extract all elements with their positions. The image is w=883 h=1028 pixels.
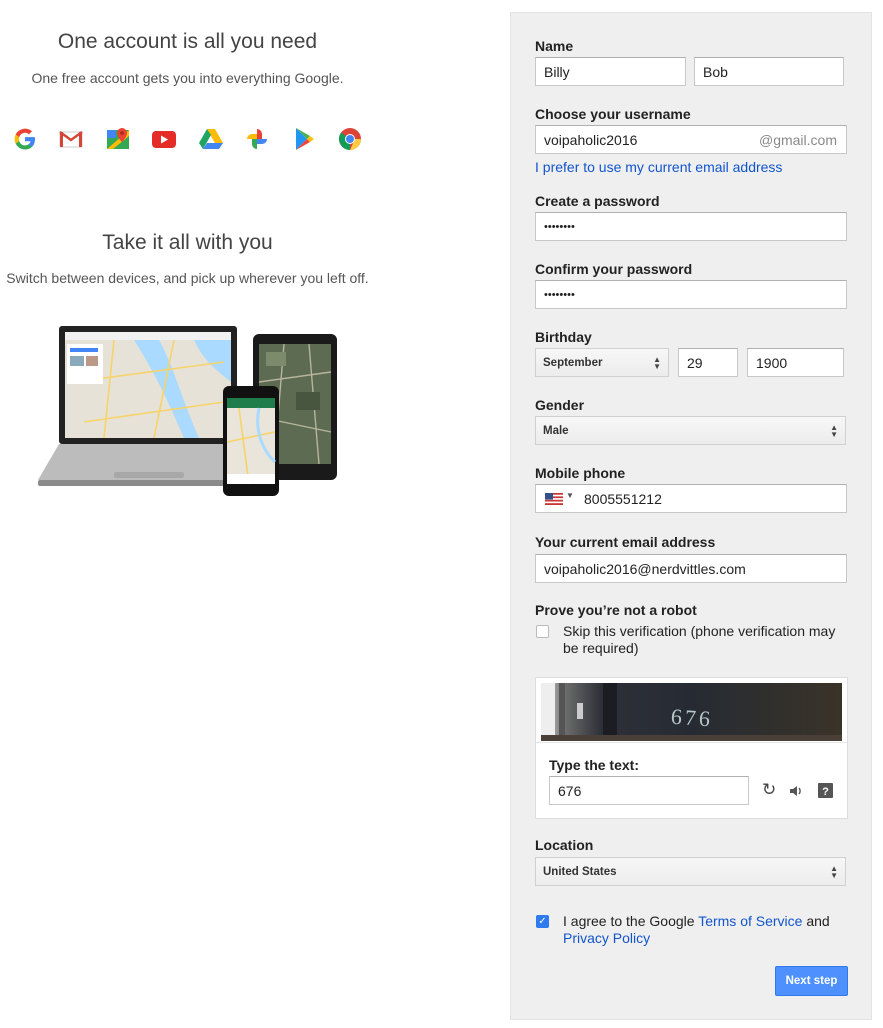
username-label: Choose your username (535, 106, 691, 122)
drive-icon (196, 124, 225, 153)
confirm-password-input[interactable]: •••••••• (535, 280, 847, 309)
select-arrows-icon: ▲ ▼ (653, 355, 661, 371)
help-icon[interactable]: ? (818, 783, 833, 802)
app-icons-row (10, 124, 382, 153)
subline-take-it: Switch between devices, and pick up wher… (6, 270, 369, 286)
agree-text: I agree to the Google Terms of Service a… (563, 913, 848, 947)
gender-label: Gender (535, 397, 585, 413)
maps-icon (103, 124, 132, 153)
captcha-text: 676 (670, 704, 714, 732)
location-select[interactable]: United States ▲ ▼ (535, 857, 846, 886)
current-email-label: Your current email address (535, 534, 716, 550)
birth-month-select[interactable]: September ▲ ▼ (535, 348, 669, 377)
birth-year-input[interactable]: 1900 (747, 348, 844, 377)
gender-value: Male (543, 425, 569, 437)
captcha-input[interactable]: 676 (549, 776, 749, 805)
svg-text:?: ? (822, 786, 829, 798)
audio-icon[interactable] (788, 783, 804, 803)
photos-icon (243, 124, 272, 153)
gmail-icon (57, 124, 86, 153)
first-name-input[interactable]: Billy (535, 57, 686, 86)
birth-month-value: September (543, 357, 603, 369)
mobile-phone-label: Mobile phone (535, 465, 626, 481)
name-label: Name (535, 38, 574, 54)
headline-one-account: One account is all you need (57, 30, 318, 53)
select-arrows-icon: ▲ ▼ (830, 423, 838, 439)
gender-select[interactable]: Male ▲ ▼ (535, 416, 846, 445)
location-value: United States (543, 866, 617, 878)
username-input[interactable]: voipaholic2016 @gmail.com (535, 125, 847, 154)
us-flag-icon[interactable] (545, 492, 563, 508)
refresh-icon[interactable]: ↻ (762, 780, 776, 800)
signup-form: Name Billy Bob Choose your username voip… (510, 12, 872, 1020)
devices-illustration (38, 326, 337, 496)
terms-of-service-link[interactable]: Terms of Service (698, 913, 802, 929)
chrome-icon (336, 124, 365, 153)
skip-verification-checkbox[interactable] (536, 625, 549, 638)
play-store-icon (289, 124, 318, 153)
captcha-image: 676 (541, 683, 842, 741)
last-name-input[interactable]: Bob (694, 57, 844, 86)
country-dropdown-icon[interactable]: ▼ (566, 491, 574, 500)
prefer-current-email-link[interactable]: I prefer to use my current email address (535, 159, 782, 175)
headline-take-it: Take it all with you (102, 231, 273, 254)
password-input[interactable]: •••••••• (535, 212, 847, 241)
select-arrows-icon: ▲ ▼ (830, 864, 838, 880)
confirm-password-label: Confirm your password (535, 261, 693, 277)
username-value: voipaholic2016 (544, 132, 638, 148)
type-text-label: Type the text: (549, 757, 639, 773)
birth-day-input[interactable]: 29 (678, 348, 738, 377)
location-label: Location (535, 837, 594, 853)
skip-verification-text: Skip this verification (phone verificati… (563, 623, 836, 656)
robot-label: Prove you’re not a robot (535, 602, 697, 618)
birthday-label: Birthday (535, 329, 592, 345)
agree-prefix: I agree to the Google (563, 913, 699, 929)
mobile-phone-value: 8005551212 (584, 491, 662, 507)
agree-checkbox[interactable]: ✓ (536, 915, 549, 928)
current-email-input[interactable]: voipaholic2016@nerdvittles.com (535, 554, 847, 583)
password-label: Create a password (535, 193, 660, 209)
captcha-divider (536, 742, 847, 743)
gmail-suffix: @gmail.com (758, 132, 837, 148)
youtube-icon (150, 124, 179, 153)
google-icon (10, 124, 39, 153)
privacy-policy-link[interactable]: Privacy Policy (563, 930, 650, 946)
subline-one-account: One free account gets you into everythin… (31, 70, 344, 86)
next-step-button[interactable]: Next step (775, 966, 848, 996)
mobile-phone-input[interactable]: ▼ 8005551212 (535, 484, 847, 513)
agree-and: and (802, 913, 830, 929)
